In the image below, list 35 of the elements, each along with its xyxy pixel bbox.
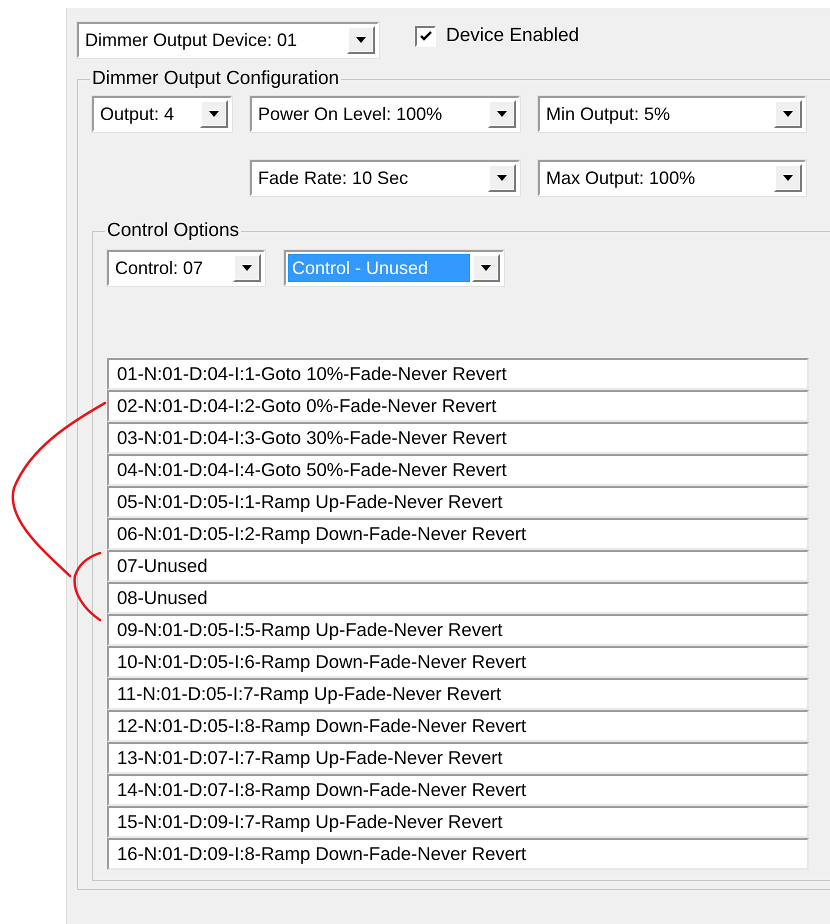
list-item[interactable]: 06-N:01-D:05-I:2-Ramp Down-Fade-Never Revert <box>107 518 809 550</box>
list-item[interactable]: 02-N:01-D:04-I:2-Goto 0%-Fade-Never Revert <box>107 390 809 422</box>
option-dropdown[interactable]: Min Output: 5% <box>538 96 806 132</box>
group-title: Control Options <box>106 220 240 242</box>
group-title: Dimmer Output Configuration <box>91 68 340 90</box>
list-item[interactable]: 16-N:01-D:09-I:8-Ramp Down-Fade-Never Revert <box>107 838 809 870</box>
caret-icon <box>209 111 219 117</box>
checkmark-icon <box>420 30 432 42</box>
list-item[interactable]: 11-N:01-D:05-I:7-Ramp Up-Fade-Never Revert <box>107 678 809 710</box>
caret-icon <box>783 175 793 181</box>
caret-icon <box>497 111 507 117</box>
device-dropdown[interactable]: Dimmer Output Device: 01 <box>77 22 379 58</box>
list-item[interactable]: 03-N:01-D:04-I:3-Goto 30%-Fade-Never Revert <box>107 422 809 454</box>
list-item[interactable]: 15-N:01-D:09-I:7-Ramp Up-Fade-Never Revert <box>107 806 809 838</box>
caret-icon <box>242 265 252 271</box>
list-item[interactable]: 07-Unused <box>107 550 809 582</box>
list-item[interactable]: 10-N:01-D:05-I:6-Ramp Down-Fade-Never Revert <box>107 646 809 678</box>
list-item[interactable]: 01-N:01-D:04-I:1-Goto 10%-Fade-Never Revert <box>107 358 809 390</box>
list-item[interactable]: 09-N:01-D:05-I:5-Ramp Up-Fade-Never Revert <box>107 614 809 646</box>
list-item[interactable]: 14-N:01-D:07-I:8-Ramp Down-Fade-Never Revert <box>107 774 809 806</box>
list-item[interactable]: 05-N:01-D:05-I:1-Ramp Up-Fade-Never Revert <box>107 486 809 518</box>
caret-icon <box>356 37 366 43</box>
control-dropdown[interactable]: Control: 07 <box>107 250 265 286</box>
list-item[interactable]: 04-N:01-D:04-I:4-Goto 50%-Fade-Never Revert <box>107 454 809 486</box>
device-enabled-checkbox[interactable]: Device Enabled <box>415 25 580 47</box>
caret-icon <box>783 111 793 117</box>
option-dropdown[interactable]: Fade Rate: 10 Sec <box>250 160 520 196</box>
list-item[interactable]: 08-Unused <box>107 582 809 614</box>
option-dropdown[interactable]: Output: 4 <box>92 96 232 132</box>
list-item[interactable]: 13-N:01-D:07-I:7-Ramp Up-Fade-Never Revert <box>107 742 809 774</box>
caret-icon <box>481 265 491 271</box>
caret-icon <box>497 175 507 181</box>
option-dropdown[interactable]: Max Output: 100% <box>538 160 806 196</box>
option-dropdown[interactable]: Power On Level: 100% <box>250 96 520 132</box>
list-item[interactable]: 12-N:01-D:05-I:8-Ramp Down-Fade-Never Revert <box>107 710 809 742</box>
